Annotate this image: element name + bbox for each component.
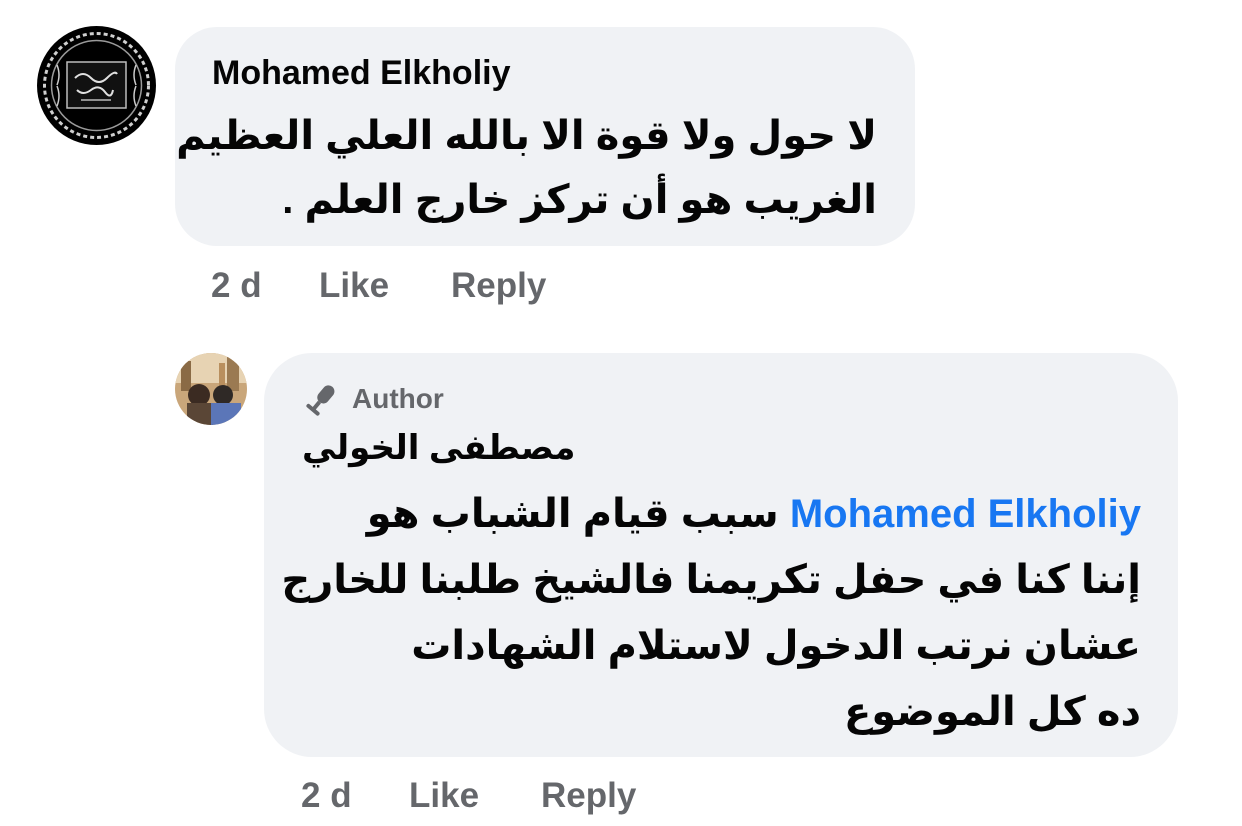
commenter-avatar[interactable] [37,26,156,145]
comment-text-line-2: الغريب هو أن تركز خارج العلم . [282,178,877,222]
comment-author-name[interactable]: Mohamed Elkholiy [212,54,511,93]
comment-text-line-1: لا حول ولا قوة الا بالله العلي العظيم [176,114,877,158]
like-button[interactable]: Like [319,266,389,306]
reply-author-avatar[interactable] [175,353,247,425]
reply-button[interactable]: Reply [451,266,546,306]
reply-text-line-1-rest: سبب قيام الشباب هو [366,492,779,536]
reply-timestamp[interactable]: 2 d [301,776,352,816]
comment-bubble: Mohamed Elkholiy لا حول ولا قوة الا بالل… [175,27,915,246]
reply-author-name[interactable]: مصطفى الخولي [302,428,575,468]
comment-timestamp[interactable]: 2 d [211,266,262,306]
reply-text-line-1: Mohamed Elkholiy سبب قيام الشباب هو [367,483,1141,545]
reply-reply-button[interactable]: Reply [541,776,636,816]
reply-text-line-4: ده كل الموضوع [843,690,1141,734]
microphone-icon [306,385,335,416]
mosque-photo-avatar [175,353,247,425]
reply-text-line-2: إننا كنا في حفل تكريمنا فالشيخ طلبنا للخ… [281,558,1141,602]
mention-link[interactable]: Mohamed Elkholiy [790,492,1141,536]
calligraphy-seal-avatar [37,26,156,145]
reply-text-line-3: عشان نرتب الدخول لاستلام الشهادات [411,624,1141,668]
reply-like-button[interactable]: Like [409,776,479,816]
author-badge: Author [304,381,444,417]
author-badge-label: Author [352,383,444,414]
reply-bubble: Author مصطفى الخولي Mohamed Elkholiy سبب… [264,353,1178,757]
